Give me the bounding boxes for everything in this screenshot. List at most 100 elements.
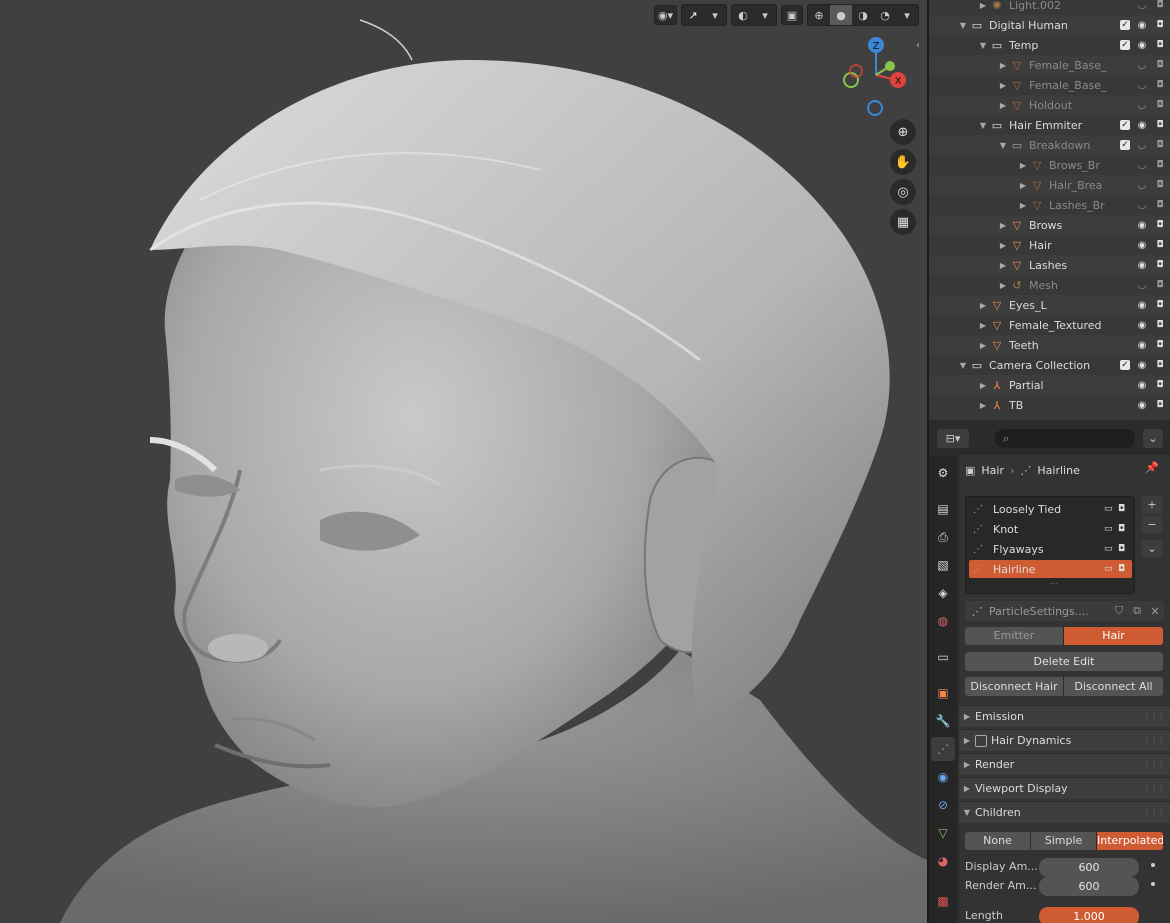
eye-icon[interactable]: ◉ [1136, 320, 1148, 331]
exclude-checkbox[interactable]: ✓ [1120, 360, 1130, 370]
render-camera-icon[interactable]: ◘ [1154, 80, 1166, 90]
tab-particles[interactable]: ⋰ [931, 737, 955, 761]
panel-emission[interactable]: ▶ Emission ⋮⋮⋮ [959, 705, 1170, 727]
render-camera-icon[interactable]: ◘ [1118, 544, 1132, 554]
outliner-row[interactable]: ▶ ▽ Holdout ◡ ◘ [929, 95, 1170, 115]
panel-children[interactable]: ▼ Children ⋮⋮⋮ [959, 801, 1170, 823]
disconnect-all-button[interactable]: Disconnect All [1064, 677, 1163, 696]
outliner-row[interactable]: ▶ ⅄ Partial ◉ ◘ [929, 375, 1170, 395]
options-dropdown[interactable]: ⌄ [1143, 429, 1163, 448]
eye-icon[interactable]: ◉ [1136, 300, 1148, 311]
tab-world[interactable]: ◍ [931, 609, 955, 633]
overlay-dropdown[interactable]: ▾ [754, 5, 776, 25]
tab-constraints[interactable]: ⊘ [931, 793, 955, 817]
outliner-row[interactable]: ▶ ▽ Hair ◉ ◘ [929, 235, 1170, 255]
outliner-row[interactable]: ▶ ▽ Brows ◉ ◘ [929, 215, 1170, 235]
tab-material[interactable]: ◕ [931, 849, 955, 873]
drag-grip-icon[interactable]: ⋮⋮⋮ [1143, 712, 1165, 721]
render-amount-field[interactable]: 600 [1039, 877, 1139, 896]
chevron-right-icon[interactable]: ▶ [977, 341, 989, 350]
chevron-right-icon[interactable]: ▶ [1017, 201, 1029, 210]
list-resize-grip[interactable]: ⋯ [1050, 579, 1058, 588]
render-camera-icon[interactable]: ◘ [1154, 40, 1166, 50]
3d-viewport[interactable]: ◉ ▾ ↗ ▾ ◐ ▾ ▣ ⊕ ● ◑ ◔ ▾ ‹ Z X ⊕ ✋ ◎ ▦ [0, 0, 927, 923]
exclude-checkbox[interactable]: ✓ [1120, 120, 1130, 130]
display-amount-field[interactable]: 600 [1039, 858, 1139, 877]
particle-system-item[interactable]: ⋰ Hairline ▭ ◘ [969, 560, 1132, 578]
render-camera-icon[interactable]: ◘ [1154, 340, 1166, 350]
eye-closed-icon[interactable]: ◡ [1136, 160, 1148, 171]
fake-user-icon[interactable]: ⛉ [1110, 604, 1128, 618]
eye-icon[interactable]: ◉ [1136, 260, 1148, 271]
panel-viewport-display[interactable]: ▶ Viewport Display ⋮⋮⋮ [959, 777, 1170, 799]
eye-closed-icon[interactable]: ◡ [1136, 280, 1148, 291]
children-none-button[interactable]: None [965, 832, 1031, 850]
pan-button[interactable]: ✋ [890, 149, 916, 175]
render-camera-icon[interactable]: ◘ [1154, 300, 1166, 310]
render-camera-icon[interactable]: ◘ [1118, 504, 1132, 514]
chevron-right-icon[interactable]: ▶ [997, 61, 1009, 70]
panel-render[interactable]: ▶ Render ⋮⋮⋮ [959, 753, 1170, 775]
chevron-down-icon[interactable]: ▼ [957, 21, 969, 30]
eye-icon[interactable]: ◉ [1136, 40, 1148, 51]
zoom-button[interactable]: ⊕ [890, 119, 916, 145]
neg-z-axis-handle[interactable] [867, 100, 883, 116]
outliner-row[interactable]: ▶ ▽ Lashes_Br ◡ ◘ [929, 195, 1170, 215]
emitter-button[interactable]: Emitter [965, 627, 1064, 645]
render-camera-icon[interactable]: ◘ [1154, 120, 1166, 130]
navigation-gizmo[interactable]: Z X [838, 33, 918, 118]
material-shading-button[interactable]: ◑ [852, 5, 874, 25]
tab-collection[interactable]: ▭ [931, 645, 955, 669]
render-camera-icon[interactable]: ◘ [1154, 140, 1166, 150]
outliner-row[interactable]: ▶ ⅄ TB ◉ ◘ [929, 395, 1170, 415]
eye-closed-icon[interactable]: ◡ [1136, 0, 1148, 11]
outliner-row[interactable]: ▼ ▭ Hair Emmiter ✓ ◉ ◘ [929, 115, 1170, 135]
chevron-right-icon[interactable]: ▶ [997, 261, 1009, 270]
render-camera-icon[interactable]: ◘ [1154, 360, 1166, 370]
camera-view-button[interactable]: ◎ [890, 179, 916, 205]
remove-particle-system-button[interactable]: − [1142, 516, 1162, 534]
eye-icon[interactable]: ◉ [1136, 120, 1148, 131]
chevron-right-icon[interactable]: ▶ [977, 381, 989, 390]
outliner-row[interactable]: ▼ ▭ Camera Collection ✓ ◉ ◘ [929, 355, 1170, 375]
children-simple-button[interactable]: Simple [1031, 832, 1097, 850]
chevron-right-icon[interactable]: ▶ [997, 101, 1009, 110]
solid-shading-button[interactable]: ● [830, 5, 852, 25]
add-particle-system-button[interactable]: + [1142, 496, 1162, 514]
render-camera-icon[interactable]: ◘ [1118, 564, 1132, 574]
chevron-down-icon[interactable]: ▼ [977, 121, 989, 130]
tab-tool[interactable]: ⚙ [931, 461, 955, 485]
tab-object[interactable]: ▣ [931, 681, 955, 705]
shading-dropdown[interactable]: ▾ [896, 5, 918, 25]
eye-icon[interactable]: ◉ [1136, 380, 1148, 391]
chevron-right-icon[interactable]: ▶ [1017, 181, 1029, 190]
xray-toggle-button[interactable]: ▣ [781, 5, 803, 25]
perspective-toggle-button[interactable]: ▦ [890, 209, 916, 235]
render-camera-icon[interactable]: ◘ [1154, 240, 1166, 250]
render-camera-icon[interactable]: ◘ [1154, 220, 1166, 230]
eye-closed-icon[interactable]: ◡ [1136, 80, 1148, 91]
chevron-right-icon[interactable]: ▶ [997, 81, 1009, 90]
eye-closed-icon[interactable]: ◡ [1136, 100, 1148, 111]
outliner-row[interactable]: ▼ ▭ Temp ✓ ◉ ◘ [929, 35, 1170, 55]
tab-texture[interactable]: ▩ [931, 889, 955, 913]
outliner-row[interactable]: ▼ ▭ Breakdown ✓ ◡ ◘ [929, 135, 1170, 155]
keyframe-dot[interactable] [1151, 863, 1155, 867]
drag-grip-icon[interactable]: ⋮⋮⋮ [1143, 736, 1165, 745]
tab-scene[interactable]: ◈ [931, 581, 955, 605]
render-camera-icon[interactable]: ◘ [1118, 524, 1132, 534]
outliner-row[interactable]: ▶ ↺ Mesh ◡ ◘ [929, 275, 1170, 295]
close-icon[interactable]: ✕ [1146, 605, 1164, 618]
exclude-checkbox[interactable]: ✓ [1120, 40, 1130, 50]
hair-dynamics-checkbox[interactable] [975, 734, 987, 747]
eye-closed-icon[interactable]: ◡ [1136, 200, 1148, 211]
eye-icon[interactable]: ◉ [1136, 20, 1148, 31]
y-axis-handle[interactable] [885, 61, 895, 71]
monitor-icon[interactable]: ▭ [1104, 564, 1118, 574]
chevron-down-icon[interactable]: ▼ [957, 361, 969, 370]
tab-modifiers[interactable]: 🔧 [931, 709, 955, 733]
render-camera-icon[interactable]: ◘ [1154, 400, 1166, 410]
render-camera-icon[interactable]: ◘ [1154, 100, 1166, 110]
render-camera-icon[interactable]: ◘ [1154, 200, 1166, 210]
chevron-right-icon[interactable]: ▶ [977, 1, 989, 10]
